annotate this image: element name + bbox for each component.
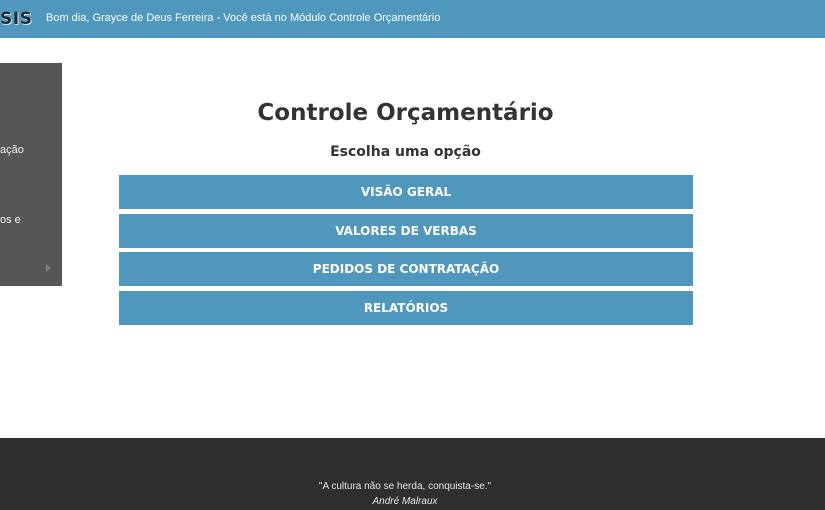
sidebar-item-relatorios[interactable]: os e [0,214,21,226]
pedidos-de-contratacao-button[interactable]: PEDIDOS DE CONTRATAÇÃO [119,252,693,286]
page-title: Controle Orçamentário [257,100,554,126]
footer-quote-author: André Malraux [372,496,438,507]
footer-quote: "A cultura não se herda, conquista-se." [318,481,492,492]
top-header-bar: SIS Bom dia, Grayce de Deus Ferreira - V… [0,0,825,38]
chevron-right-icon[interactable] [46,264,51,272]
valores-de-verbas-button[interactable]: VALORES DE VERBAS [119,213,693,248]
visao-geral-button[interactable]: VISÃO GERAL [119,175,693,209]
page-subtitle: Escolha uma opção [330,144,481,160]
page-footer: "A cultura não se herda, conquista-se." … [0,438,825,510]
sidebar-item-contratacao[interactable]: ação [0,144,24,156]
app-logo[interactable]: SIS [0,9,32,29]
user-greeting: Bom dia, Grayce de Deus Ferreira - Você … [46,12,441,24]
relatorios-button[interactable]: RELATÓRIOS [119,290,693,325]
options-menu: VISÃO GERAL VALORES DE VERBAS PEDIDOS DE… [119,175,693,329]
side-menu: ação os e [0,63,62,286]
